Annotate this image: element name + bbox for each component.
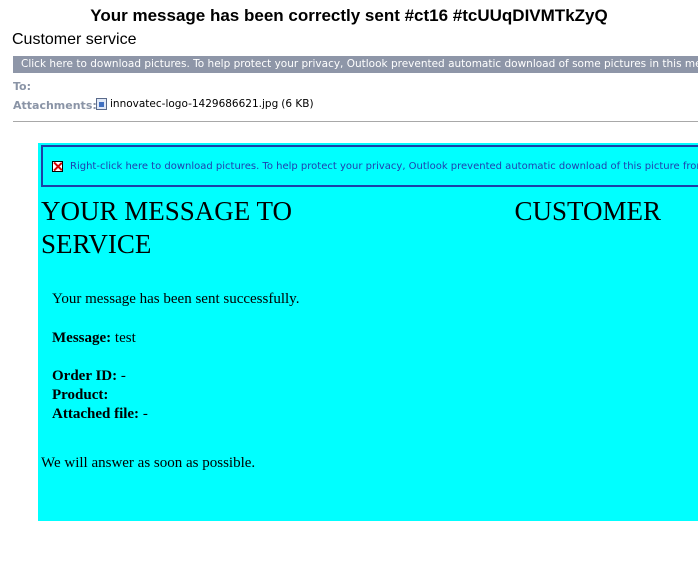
product-label: Product: — [52, 387, 109, 403]
to-label: To: — [13, 80, 31, 93]
image-file-icon — [96, 98, 107, 110]
heading-line2: SERVICE — [41, 229, 152, 259]
attached-file-label: Attached file: — [52, 406, 140, 422]
download-pictures-infobar[interactable]: Click here to download pictures. To help… — [13, 56, 698, 73]
attached-file-value: - — [142, 406, 148, 422]
order-id-line: Order ID: - — [52, 368, 126, 385]
order-id-value: - — [120, 368, 126, 384]
heading-left: YOUR MESSAGE TO — [41, 196, 293, 226]
attachment-filename: innovatec-logo-1429686621.jpg — [110, 98, 279, 110]
heading-right: CUSTOMER — [514, 196, 661, 226]
header-divider — [13, 121, 698, 122]
blocked-picture-text: Right-click here to download pictures. T… — [70, 160, 698, 172]
attachment-item[interactable]: innovatec-logo-1429686621.jpg (6 KB) — [96, 98, 314, 110]
attachment-size: (6 KB) — [281, 98, 314, 110]
message-value: test — [114, 330, 136, 346]
message-heading: YOUR MESSAGE TO CUSTOMER SERVICE — [41, 195, 661, 261]
closing-text: We will answer as soon as possible. — [41, 455, 256, 471]
broken-image-x-icon — [52, 160, 63, 172]
product-line: Product: — [52, 387, 108, 404]
order-id-label: Order ID: — [52, 368, 118, 384]
message-line: Message: test — [52, 330, 136, 347]
success-text: Your message has been sent successfully. — [52, 291, 300, 307]
email-subject: Your message has been correctly sent #ct… — [90, 6, 608, 25]
message-label: Message: — [52, 330, 112, 346]
email-sender: Customer service — [12, 31, 137, 48]
attached-file-line: Attached file: - — [52, 406, 148, 423]
blocked-picture-placeholder[interactable]: Right-click here to download pictures. T… — [41, 145, 698, 187]
attachments-label: Attachments: — [13, 99, 97, 112]
